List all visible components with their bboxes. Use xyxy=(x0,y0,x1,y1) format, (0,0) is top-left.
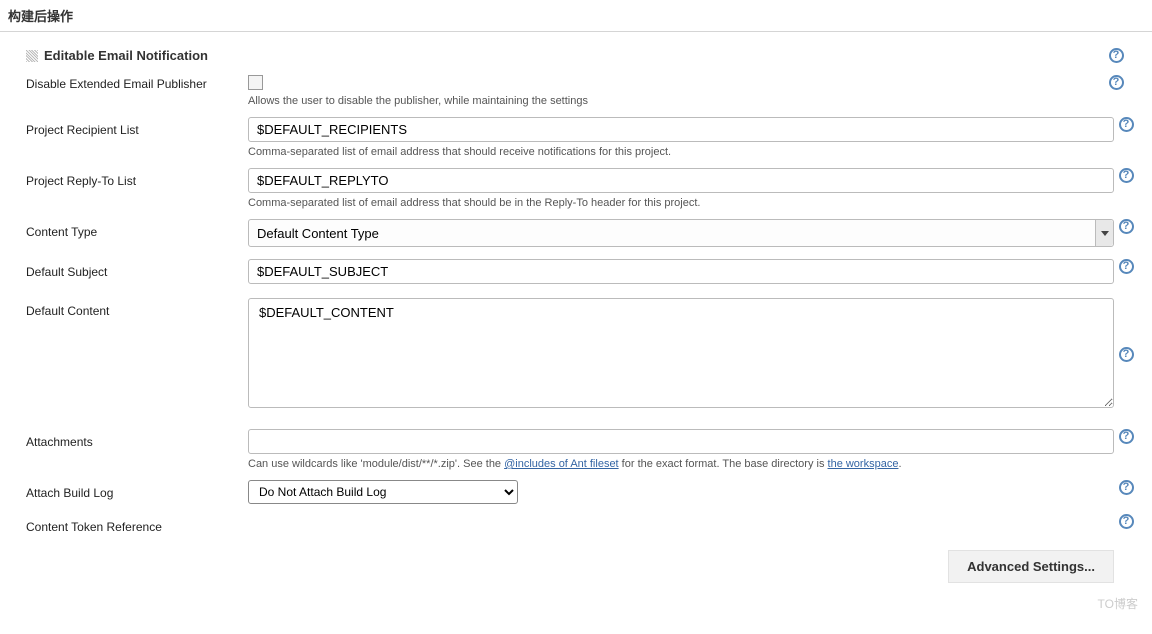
replyto-list-input[interactable] xyxy=(248,168,1114,193)
help-icon[interactable]: ? xyxy=(1119,168,1134,183)
attachments-input[interactable] xyxy=(248,429,1114,454)
replyto-list-label: Project Reply-To List xyxy=(26,168,248,188)
help-icon[interactable]: ? xyxy=(1119,347,1134,362)
default-content-textarea[interactable]: $DEFAULT_CONTENT xyxy=(248,298,1114,408)
attachments-label: Attachments xyxy=(26,429,248,449)
drag-handle-icon[interactable] xyxy=(26,50,38,62)
disable-publisher-checkbox[interactable] xyxy=(248,75,263,90)
help-icon[interactable]: ? xyxy=(1119,259,1134,274)
content-token-reference-label: Content Token Reference xyxy=(26,514,248,534)
help-icon[interactable]: ? xyxy=(1119,219,1134,234)
default-content-label: Default Content xyxy=(26,298,248,411)
recipient-list-input[interactable] xyxy=(248,117,1114,142)
help-icon[interactable]: ? xyxy=(1119,117,1134,132)
replyto-list-help: Comma-separated list of email address th… xyxy=(248,197,1134,209)
notification-title: Editable Email Notification xyxy=(44,48,208,63)
default-subject-input[interactable] xyxy=(248,259,1114,284)
recipient-list-label: Project Recipient List xyxy=(26,117,248,137)
help-icon[interactable]: ? xyxy=(1109,48,1124,63)
ant-fileset-link[interactable]: @includes of Ant fileset xyxy=(504,458,619,470)
content-type-select[interactable]: Default Content Type xyxy=(248,219,1114,247)
content-type-label: Content Type xyxy=(26,219,248,239)
attachments-help: Can use wildcards like 'module/dist/**/*… xyxy=(248,458,1134,470)
attach-build-log-select[interactable]: Do Not Attach Build Log xyxy=(248,480,518,504)
help-icon[interactable]: ? xyxy=(1109,75,1124,90)
disable-publisher-label: Disable Extended Email Publisher xyxy=(26,71,248,91)
help-icon[interactable]: ? xyxy=(1119,480,1134,495)
help-icon[interactable]: ? xyxy=(1119,514,1134,529)
disable-publisher-help: Allows the user to disable the publisher… xyxy=(248,95,1134,107)
section-header: 构建后操作 xyxy=(0,0,1152,32)
watermark: TO博客 xyxy=(1098,595,1138,612)
advanced-settings-button[interactable]: Advanced Settings... xyxy=(948,550,1114,583)
default-subject-label: Default Subject xyxy=(26,259,248,279)
attach-build-log-label: Attach Build Log xyxy=(26,480,248,500)
help-icon[interactable]: ? xyxy=(1119,429,1134,444)
workspace-link[interactable]: the workspace xyxy=(828,458,899,470)
recipient-list-help: Comma-separated list of email address th… xyxy=(248,146,1134,158)
